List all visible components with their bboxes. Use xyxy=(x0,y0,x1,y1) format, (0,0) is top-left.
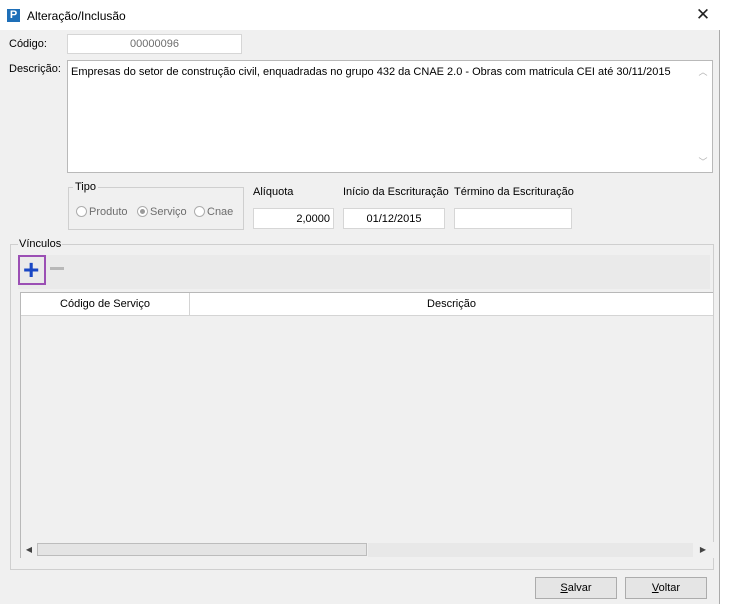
grid-horizontal-scrollbar[interactable]: ◀ ▶ xyxy=(22,542,714,558)
radio-servico[interactable]: Serviço xyxy=(137,206,187,218)
scrollbar-track[interactable] xyxy=(368,543,693,557)
descricao-label: Descrição: xyxy=(9,63,61,75)
voltar-label: oltar xyxy=(658,582,681,594)
dialog-window: P Alteração/Inclusão ✕ Código: 00000096 … xyxy=(0,0,720,604)
salvar-label: alvar xyxy=(567,582,592,594)
vinculos-label: Vínculos xyxy=(18,238,63,250)
salvar-mnemonic: S xyxy=(560,582,568,594)
tipo-legend: Tipo xyxy=(75,181,96,193)
window-title: Alteração/Inclusão xyxy=(27,9,126,23)
voltar-button[interactable]: Voltar xyxy=(625,577,707,599)
scroll-down-icon[interactable]: ﹀ xyxy=(698,158,708,167)
remove-vinculo-button[interactable] xyxy=(50,261,64,275)
descricao-scrollbar[interactable]: ︿ ﹀ xyxy=(695,61,712,172)
inicio-field[interactable]: 01/12/2015 xyxy=(343,208,445,229)
codigo-label: Código: xyxy=(9,38,47,50)
voltar-mnemonic: V xyxy=(651,582,659,594)
aliquota-field[interactable]: 2,0000 xyxy=(253,208,334,229)
grid-header: Código de Serviço Descrição xyxy=(21,293,713,316)
radio-circle-icon xyxy=(194,206,205,217)
app-logo-icon: P xyxy=(7,9,20,22)
radio-cnae[interactable]: Cnae xyxy=(194,206,233,218)
termino-label: Término da Escrituração xyxy=(454,186,574,198)
radio-servico-label: Serviço xyxy=(150,206,187,218)
descricao-text: Empresas do setor de construção civil, e… xyxy=(71,66,671,78)
plus-icon: + xyxy=(23,254,40,285)
add-vinculo-button[interactable]: + xyxy=(18,255,46,285)
radio-produto-label: Produto xyxy=(89,206,128,218)
scrollbar-thumb[interactable] xyxy=(37,543,367,556)
column-header-codigo-servico[interactable]: Código de Serviço xyxy=(21,293,190,315)
aliquota-label: Alíquota xyxy=(253,186,294,198)
vinculos-grid[interactable]: Código de Serviço Descrição xyxy=(20,292,713,558)
minus-icon xyxy=(50,267,64,270)
close-button[interactable]: ✕ xyxy=(690,6,716,26)
radio-produto[interactable]: Produto xyxy=(76,206,128,218)
radio-cnae-label: Cnae xyxy=(207,206,234,218)
radio-selected-icon xyxy=(137,206,148,217)
scroll-left-icon[interactable]: ◀ xyxy=(22,543,36,557)
title-bar: P Alteração/Inclusão ✕ xyxy=(0,0,720,30)
scroll-up-icon[interactable]: ︿ xyxy=(698,68,708,77)
scroll-right-icon[interactable]: ▶ xyxy=(696,543,710,557)
column-header-descricao[interactable]: Descrição xyxy=(190,293,713,315)
codigo-field[interactable]: 00000096 xyxy=(67,34,242,54)
vinculos-toolbar: + xyxy=(18,255,710,289)
salvar-button[interactable]: Salvar xyxy=(535,577,617,599)
termino-field[interactable] xyxy=(454,208,572,229)
descricao-textarea[interactable]: Empresas do setor de construção civil, e… xyxy=(67,60,713,173)
radio-circle-icon xyxy=(76,206,87,217)
inicio-label: Início da Escrituração xyxy=(343,186,449,198)
